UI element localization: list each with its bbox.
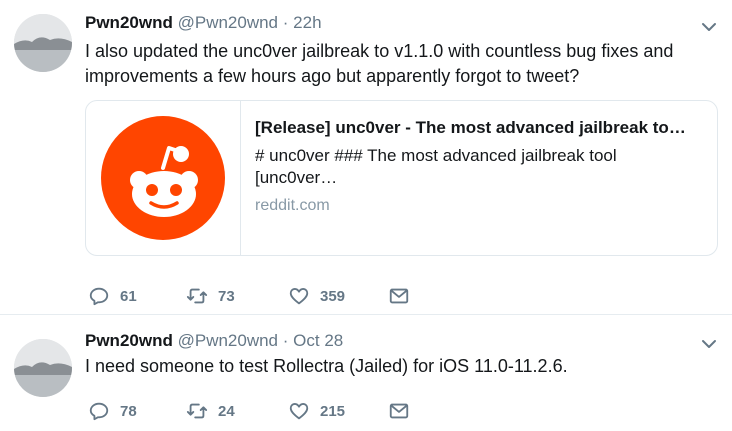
handle[interactable]: @Pwn20wnd [178, 331, 278, 350]
like-count: 215 [320, 402, 346, 420]
reply-icon [89, 287, 109, 306]
retweet-count: 24 [218, 402, 235, 420]
direct-message-button[interactable] [388, 284, 410, 308]
reply-icon [89, 402, 109, 421]
retweet-icon [186, 403, 208, 419]
like-button[interactable]: 359 [288, 284, 345, 308]
timestamp[interactable]: Oct 28 [293, 331, 343, 350]
tweet-header: Pwn20wnd @Pwn20wnd · Oct 28 [85, 331, 343, 351]
card-title[interactable]: [Release] unc0ver - The most advanced ja… [255, 117, 705, 139]
envelope-icon [389, 403, 409, 419]
card-description: # unc0ver ### The most advanced jailbrea… [255, 146, 617, 187]
tweet-text: I need someone to test Rollectra (Jailed… [85, 356, 568, 376]
display-name[interactable]: Pwn20wnd [85, 331, 173, 350]
separator: · [282, 331, 289, 350]
avatar[interactable] [14, 339, 72, 397]
like-button[interactable]: 215 [288, 399, 345, 423]
reddit-logo-icon [101, 116, 225, 240]
retweet-count: 73 [218, 287, 235, 305]
chevron-down-icon[interactable] [700, 18, 718, 36]
heart-icon [289, 288, 309, 305]
handle[interactable]: @Pwn20wnd [178, 13, 278, 32]
link-card[interactable]: [Release] unc0ver - The most advanced ja… [85, 100, 718, 256]
card-thumbnail [86, 101, 241, 255]
display-name[interactable]: Pwn20wnd [85, 13, 173, 32]
reply-button[interactable]: 78 [88, 399, 137, 423]
separator: · [282, 13, 289, 32]
tweet[interactable]: Pwn20wnd @Pwn20wnd · 22h I also updated … [0, 0, 732, 315]
like-count: 359 [320, 287, 346, 305]
avatar[interactable] [14, 14, 72, 72]
heart-icon [289, 403, 309, 420]
tweet-header: Pwn20wnd @Pwn20wnd · 22h [85, 13, 322, 33]
retweet-button[interactable]: 73 [186, 284, 235, 308]
timestamp[interactable]: 22h [293, 13, 321, 32]
card-domain: reddit.com [255, 197, 330, 214]
tweet-text: I also updated the unc0ver jailbreak to … [85, 41, 674, 86]
chevron-down-icon[interactable] [700, 335, 718, 353]
reply-count: 61 [120, 287, 137, 305]
reply-count: 78 [120, 402, 137, 420]
envelope-icon [389, 288, 409, 304]
retweet-button[interactable]: 24 [186, 399, 235, 423]
reply-button[interactable]: 61 [88, 284, 137, 308]
direct-message-button[interactable] [388, 399, 410, 423]
tweet[interactable]: Pwn20wnd @Pwn20wnd · Oct 28 I need someo… [0, 315, 732, 431]
retweet-icon [186, 288, 208, 304]
